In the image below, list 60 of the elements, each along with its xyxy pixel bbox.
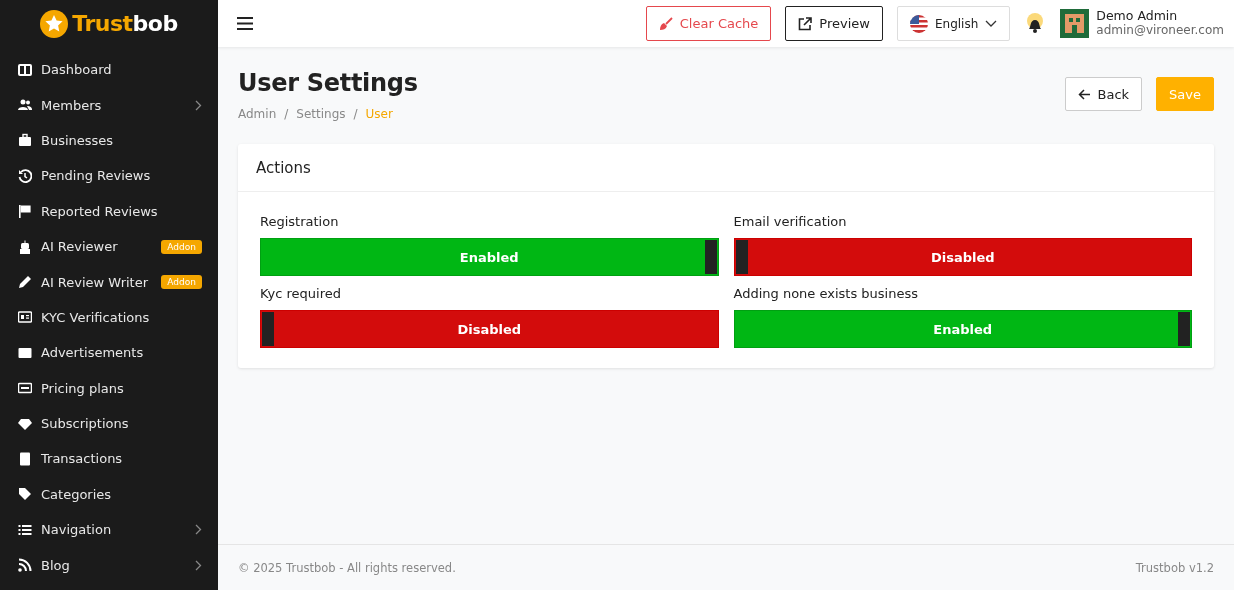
chevron-right-icon	[195, 99, 202, 111]
sidebar-item[interactable]: Subscriptions	[0, 405, 218, 442]
columns-icon	[18, 62, 32, 77]
sidebar-item[interactable]: Pending Reviews	[0, 158, 218, 194]
flag-icon	[18, 204, 32, 219]
gem-icon	[18, 416, 32, 431]
language-dropdown[interactable]: English	[896, 6, 1011, 41]
card-icon	[18, 381, 32, 396]
arrow-left-icon	[1077, 88, 1091, 100]
sidebar-item[interactable]: Advertisements	[0, 335, 218, 371]
star-logo-icon	[40, 9, 69, 38]
user-email: admin@vironeer.com	[1096, 23, 1224, 38]
breadcrumb-link[interactable]: Admin	[238, 107, 277, 121]
setting-label: Email verification	[733, 214, 848, 229]
sidebar-item[interactable]: AI Reviewer Addon	[0, 228, 218, 265]
list-icon	[18, 522, 32, 537]
users-icon	[18, 98, 32, 113]
sidebar-item[interactable]: Transactions	[0, 441, 218, 477]
broom-icon	[658, 16, 673, 31]
card-title: Actions	[256, 159, 311, 177]
toggle-switch[interactable]: Disabled	[733, 238, 1192, 276]
sidebar-item[interactable]: AI Review Writer Addon	[0, 264, 218, 300]
sidebar-item[interactable]: Dashboard	[0, 52, 218, 88]
tags-icon	[18, 487, 32, 502]
breadcrumb-separator: /	[353, 107, 358, 121]
user-name: Demo Admin	[1096, 9, 1179, 24]
copyright-text: © 2025 Trustbob - All rights reserved.	[238, 560, 456, 575]
sidebar-item[interactable]: Navigation	[0, 512, 218, 548]
sidebar-item[interactable]: Pricing plans	[0, 370, 218, 406]
page-title: User Settings	[238, 69, 418, 97]
menu-icon[interactable]	[237, 17, 253, 30]
sidebar-item[interactable]: KYC Verifications	[0, 299, 218, 336]
avatar[interactable]	[1060, 9, 1090, 38]
setting-label: Kyc required	[260, 286, 343, 301]
addon-badge: Addon	[161, 275, 202, 290]
addon-badge: Addon	[161, 239, 202, 254]
chevron-down-icon	[985, 19, 998, 28]
chevron-right-icon	[195, 559, 202, 571]
breadcrumb-separator: /	[284, 107, 289, 121]
preview-button[interactable]: Preview	[785, 6, 883, 41]
setting-label: Registration	[260, 214, 340, 229]
toggle-switch[interactable]: Disabled	[260, 310, 719, 348]
clear-cache-button[interactable]: Clear Cache	[645, 6, 772, 41]
logo-text: Trustbob	[72, 11, 178, 36]
flag-icon	[909, 14, 928, 33]
history-icon	[18, 168, 32, 183]
setting-label: Adding none exists business	[733, 286, 919, 301]
external-link-icon	[798, 16, 813, 31]
sidebar-item[interactable]: Categories	[0, 476, 218, 513]
sidebar-item[interactable]: Reported Reviews	[0, 193, 218, 229]
sidebar-item[interactable]: Members	[0, 87, 218, 123]
back-button[interactable]: Back	[1064, 77, 1143, 111]
pencil-icon	[18, 275, 32, 290]
chevron-right-icon	[195, 524, 202, 536]
rss-icon	[18, 558, 32, 573]
sidebar-item[interactable]: Blog	[0, 547, 218, 583]
sidebar-item[interactable]: Businesses	[0, 122, 218, 159]
briefcase-icon	[18, 133, 32, 148]
version-text: Trustbob v1.2	[1135, 560, 1214, 575]
id-card-icon	[18, 310, 32, 325]
